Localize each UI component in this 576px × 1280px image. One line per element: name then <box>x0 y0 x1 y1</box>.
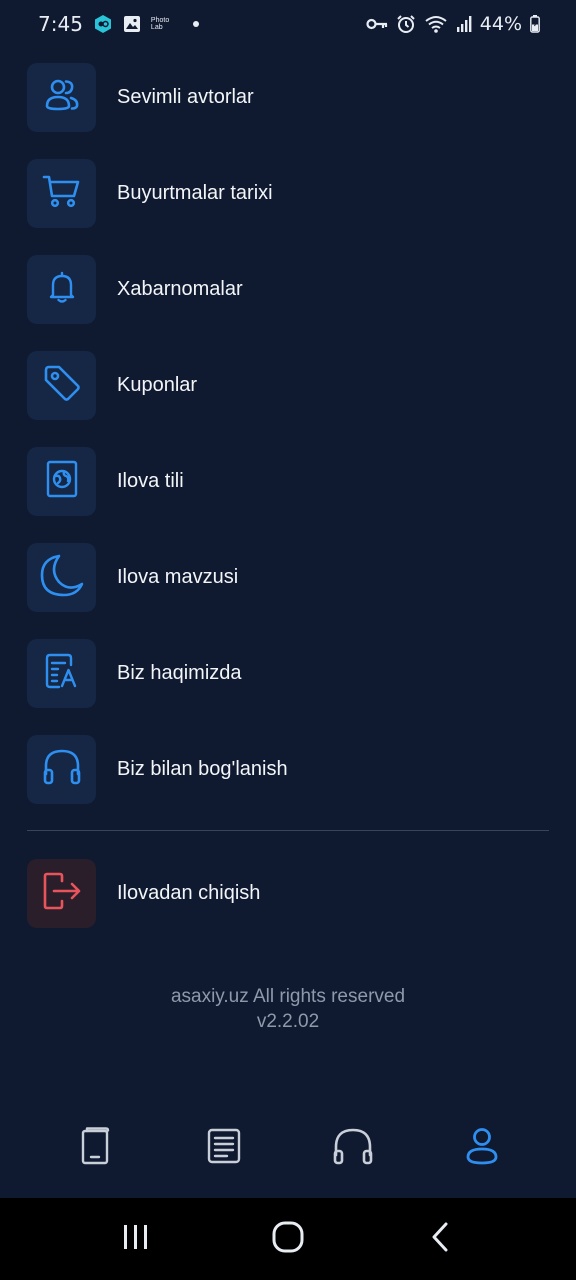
home-icon <box>272 1221 304 1258</box>
status-right: 44% <box>366 13 540 35</box>
notification-dot <box>192 21 199 27</box>
users-icon <box>42 75 82 120</box>
profile-icon <box>465 1127 499 1170</box>
menu-label: Ilova mavzusi <box>117 565 239 588</box>
audiobook-icon <box>332 1127 374 1170</box>
footer: asaxiy.uz All rights reserved v2.2.02 <box>0 984 576 1034</box>
recent-apps-icon <box>121 1223 151 1256</box>
menu-label: Xabarnomalar <box>117 277 243 300</box>
menu-icon-box <box>27 638 96 708</box>
battery-icon <box>530 15 540 33</box>
back-icon <box>430 1222 450 1257</box>
menu-icon-box <box>27 446 96 516</box>
version-text: v2.2.02 <box>256 1011 320 1032</box>
nav-profile[interactable] <box>446 1112 518 1184</box>
menu-item-order-history[interactable]: Buyurtmalar tarixi <box>27 158 549 228</box>
app-notification-icon <box>93 14 113 34</box>
menu-icon-box <box>27 350 96 420</box>
status-time: 7:45 <box>38 12 83 36</box>
wifi-icon <box>424 14 448 34</box>
photolab-label: Photo Lab <box>150 17 170 31</box>
menu-item-logout[interactable]: Ilovadan chiqish <box>27 858 549 928</box>
menu-label: Ilova tili <box>117 469 184 492</box>
menu-item-coupons[interactable]: Kuponlar <box>27 350 549 420</box>
logout-label: Ilovadan chiqish <box>117 881 261 904</box>
alarm-icon <box>396 14 416 34</box>
back-button[interactable] <box>400 1209 480 1269</box>
nav-books[interactable] <box>188 1112 260 1184</box>
menu-item-app-language[interactable]: Ilova tili <box>27 446 549 516</box>
menu-label: Biz bilan bog'lanish <box>117 757 288 780</box>
status-left: 7:45 Photo Lab <box>38 12 199 36</box>
home-button[interactable] <box>248 1209 328 1269</box>
status-bar: 7:45 Photo Lab 44% <box>0 0 576 48</box>
copyright-text: asaxiy.uz All rights reserved <box>170 986 406 1007</box>
system-navigation-bar <box>0 1198 576 1280</box>
globe-icon <box>42 459 82 504</box>
menu-item-notifications[interactable]: Xabarnomalar <box>27 254 549 324</box>
menu-label: Sevimli avtorlar <box>117 85 254 108</box>
document-icon <box>42 651 82 696</box>
menu-item-about-us[interactable]: Biz haqimizda <box>27 638 549 708</box>
logout-icon-box <box>27 858 96 928</box>
recent-apps-button[interactable] <box>96 1209 176 1269</box>
cart-icon <box>42 171 82 216</box>
signal-icon <box>456 15 472 33</box>
headphones-icon <box>41 746 83 793</box>
menu-icon-box <box>27 254 96 324</box>
menu-item-app-theme[interactable]: Ilova mavzusi <box>27 542 549 612</box>
menu-label: Kuponlar <box>117 373 198 396</box>
menu-icon-box <box>27 62 96 132</box>
menu-icon-box <box>27 542 96 612</box>
menu-item-contact-us[interactable]: Biz bilan bog'lanish <box>27 734 549 804</box>
ebook-icon <box>80 1126 110 1170</box>
nav-audiobooks[interactable] <box>317 1112 389 1184</box>
logout-icon <box>41 870 83 917</box>
moon-icon <box>39 552 85 603</box>
menu-icon-box <box>27 734 96 804</box>
book-icon <box>207 1128 241 1169</box>
menu-label: Biz haqimizda <box>117 661 242 684</box>
nav-ebooks[interactable] <box>59 1112 131 1184</box>
tag-icon <box>42 363 82 408</box>
menu-divider <box>27 830 549 831</box>
menu-icon-box <box>27 158 96 228</box>
key-icon <box>366 17 388 31</box>
image-notification-icon <box>123 15 141 33</box>
bottom-navigation <box>0 1098 576 1198</box>
battery-percent: 44% <box>479 13 522 35</box>
bell-icon <box>44 269 80 310</box>
menu-label: Buyurtmalar tarixi <box>117 181 273 204</box>
menu-item-favorite-authors[interactable]: Sevimli avtorlar <box>27 62 549 132</box>
